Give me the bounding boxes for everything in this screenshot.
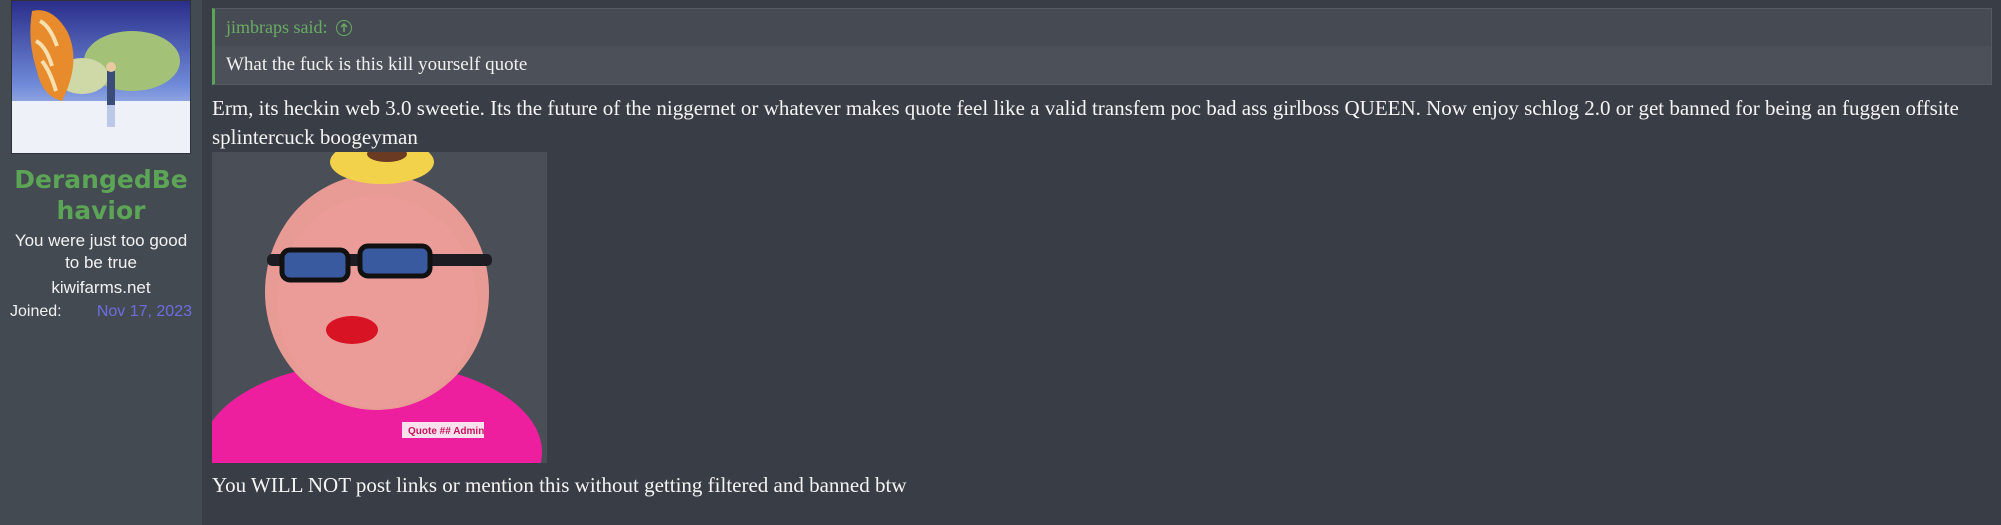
embedded-image[interactable]: Quote ## Admin bbox=[212, 152, 547, 463]
quote-block: jimbraps said: What the fuck is this kil… bbox=[212, 8, 1992, 85]
avatar[interactable] bbox=[11, 0, 191, 154]
post-body-text: Erm, its heckin web 3.0 sweetie. Its the… bbox=[212, 96, 1959, 149]
quote-text: What the fuck is this kill yourself quot… bbox=[215, 46, 1991, 84]
post-content: jimbraps said: What the fuck is this kil… bbox=[202, 0, 2001, 525]
user-site: kiwifarms.net bbox=[51, 278, 151, 297]
quote-author[interactable]: jimbraps said: bbox=[226, 17, 328, 38]
username[interactable]: DerangedBehavior bbox=[10, 164, 192, 226]
arrow-up-circle-icon[interactable] bbox=[335, 19, 352, 36]
post-footer-text: You WILL NOT post links or mention this … bbox=[212, 473, 907, 497]
image-badge: Quote ## Admin bbox=[408, 426, 484, 437]
quote-header[interactable]: jimbraps said: bbox=[215, 9, 1991, 46]
joined-label: Joined: bbox=[10, 303, 62, 320]
user-title: You were just too good to be true bbox=[14, 231, 188, 272]
joined-row: Joined: Nov 17, 2023 bbox=[10, 300, 192, 324]
user-info-panel: DerangedBehavior You were just too good … bbox=[0, 0, 202, 525]
joined-date: Nov 17, 2023 bbox=[96, 303, 192, 320]
forum-post: DerangedBehavior You were just too good … bbox=[0, 0, 2001, 525]
avatar-image bbox=[12, 1, 190, 153]
